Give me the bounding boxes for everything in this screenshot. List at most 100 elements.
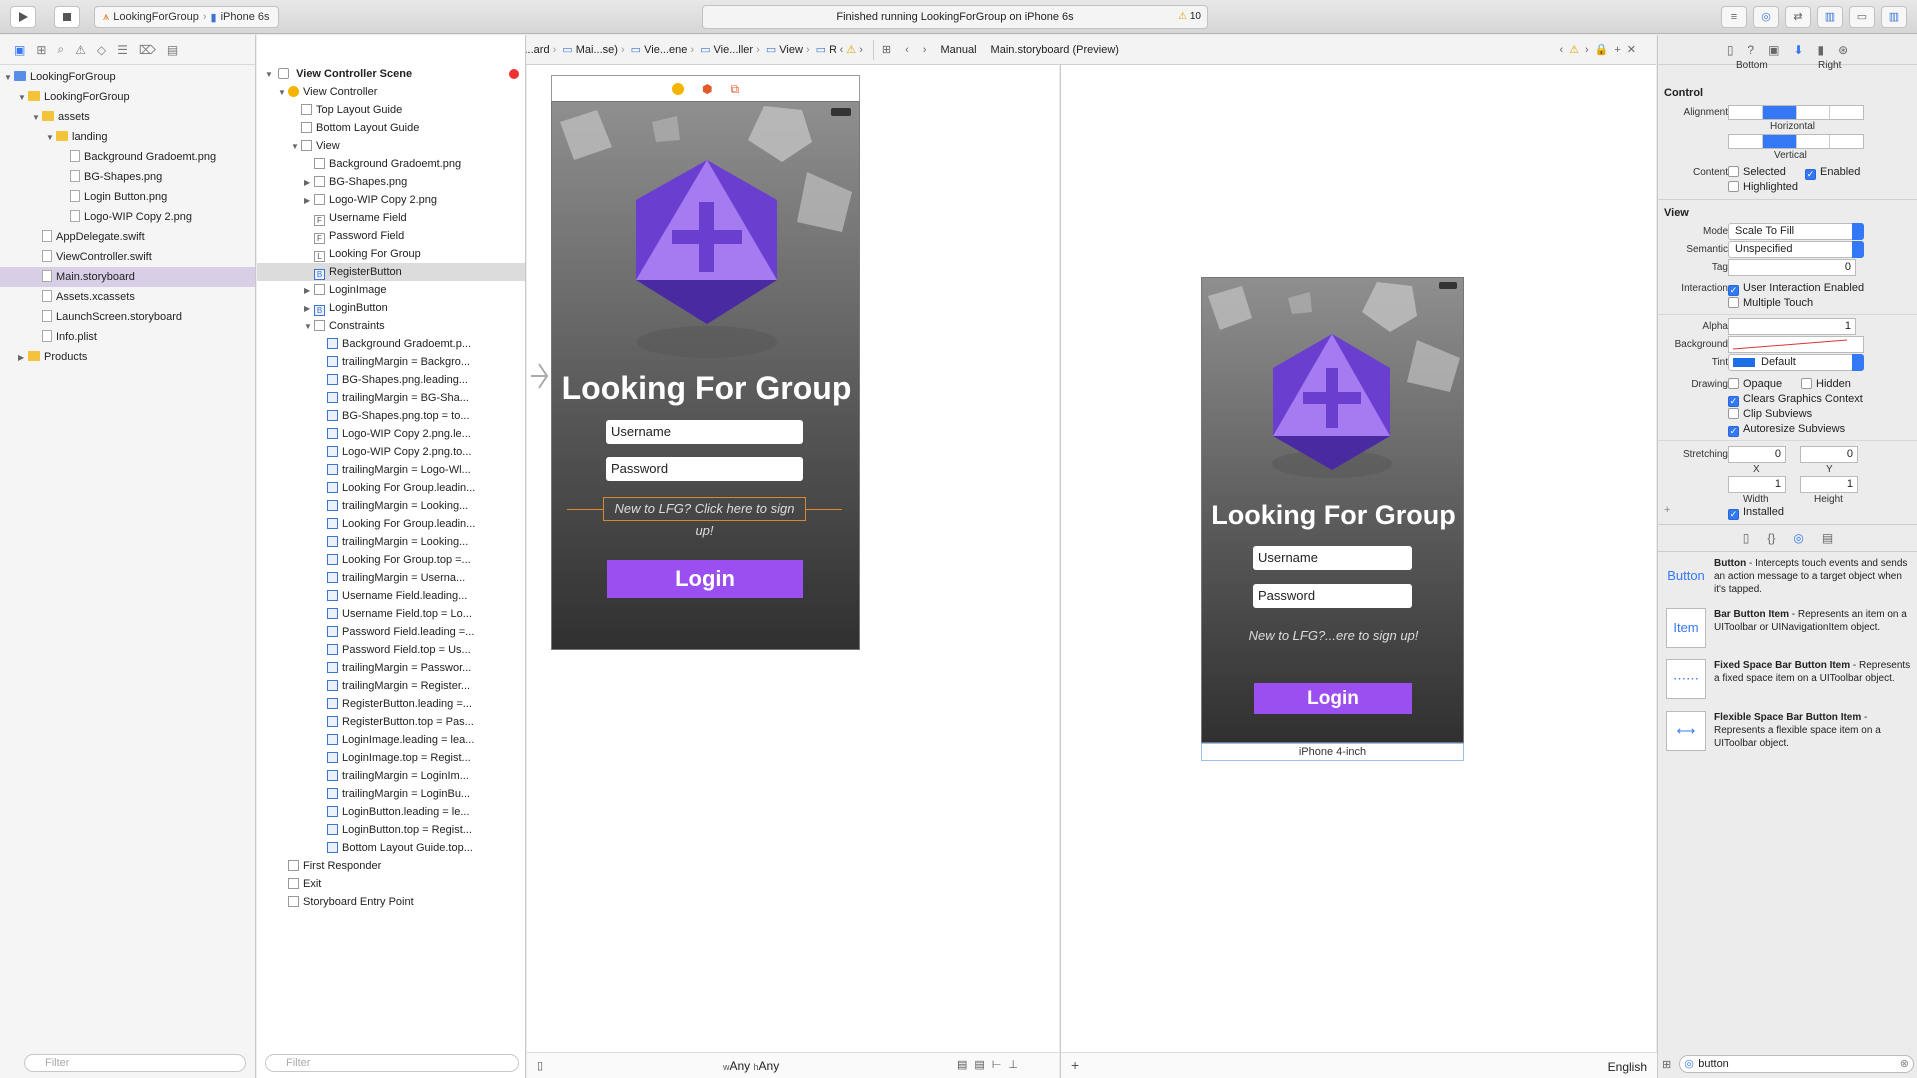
exit-icon[interactable]: ⧉ xyxy=(730,82,739,97)
nav-item[interactable]: BG-Shapes.png xyxy=(0,167,255,187)
issue-nav-icons[interactable]: ‹ ⚠ › xyxy=(840,43,863,56)
back-preview-icon[interactable]: ‹ xyxy=(905,44,909,56)
tint-popup[interactable]: Default xyxy=(1728,354,1864,371)
version-editor-icon[interactable]: ⇄ xyxy=(1785,6,1811,28)
outline-row[interactable]: LoginButton.top = Regist... xyxy=(257,821,525,839)
preview-breadcrumb-item[interactable]: Main.storyboard (Preview) xyxy=(991,44,1119,56)
nav-item[interactable]: Info.plist xyxy=(0,327,255,347)
semantic-popup[interactable]: Unspecified xyxy=(1728,241,1864,258)
clip-subviews-checkbox[interactable]: Clip Subviews xyxy=(1728,408,1812,420)
search-icon[interactable]: ⌕ xyxy=(57,42,64,57)
breadcrumb-item[interactable]: ▭ Vie...ller › xyxy=(700,43,760,56)
outline-row[interactable]: Password Field.leading =... xyxy=(257,623,525,641)
opaque-checkbox[interactable]: Opaque xyxy=(1728,378,1782,390)
standard-editor-icon[interactable]: ≡ xyxy=(1721,6,1747,28)
forward-preview-icon[interactable]: › xyxy=(923,44,927,56)
outline-row[interactable]: BG-Shapes.png.leading... xyxy=(257,371,525,389)
library-item[interactable]: ⟷ Flexible Space Bar Button Item - Repres… xyxy=(1666,711,1912,755)
preview-breadcrumb-item[interactable]: Manual xyxy=(940,44,976,56)
outline-row[interactable]: Top Layout Guide xyxy=(257,101,525,119)
clear-search-icon[interactable]: ⊗ xyxy=(1900,1056,1909,1072)
outline-row[interactable]: trailingMargin = Logo-Wl... xyxy=(257,461,525,479)
nav-item[interactable]: ▼ LookingForGroup xyxy=(0,67,255,87)
outline-row[interactable]: Looking For Group.leadin... xyxy=(257,479,525,497)
username-field[interactable]: Username xyxy=(606,420,803,444)
debug-toggle-icon[interactable]: ▭ xyxy=(1849,6,1875,28)
folder-icon[interactable]: ▣ xyxy=(14,43,25,57)
stretch-height-field[interactable]: 1 xyxy=(1800,476,1858,493)
disclosure-triangle-icon[interactable]: ▶ xyxy=(304,174,314,192)
size-inspector-icon[interactable]: ▮ xyxy=(1818,43,1825,57)
outline-row[interactable]: Logo-WIP Copy 2.png.le... xyxy=(257,425,525,443)
scene-header[interactable]: ▼ View Controller Scene xyxy=(257,65,525,83)
disclosure-triangle-icon[interactable]: ▼ xyxy=(46,128,56,148)
add-device-icon[interactable]: + xyxy=(1071,1057,1079,1073)
identity-inspector-icon[interactable]: ▣ xyxy=(1768,43,1779,57)
outline-filter[interactable]: Filter xyxy=(265,1054,519,1072)
disclosure-triangle-icon[interactable]: ▶ xyxy=(304,192,314,210)
nav-item[interactable]: AppDelegate.swift xyxy=(0,227,255,247)
outline-row[interactable]: ▶ Logo-WIP Copy 2.png xyxy=(257,191,525,209)
hidden-checkbox[interactable]: Hidden xyxy=(1801,378,1851,390)
outline-row[interactable]: trailingMargin = LoginIm... xyxy=(257,767,525,785)
warning-nav-icon[interactable]: ⚠ xyxy=(75,43,86,57)
breakpoint-icon[interactable]: ⌦ xyxy=(139,43,156,57)
file-inspector-icon[interactable]: ▯ xyxy=(1727,43,1734,57)
breadcrumb-item[interactable]: ▭ View › xyxy=(766,43,810,56)
storyboard-phone[interactable]: Looking For Group Username Password New … xyxy=(551,101,860,650)
preview-controls[interactable]: ‹⚠›🔒+✕ xyxy=(1559,43,1642,56)
view-controller-icon[interactable] xyxy=(671,83,684,95)
outline-row[interactable]: LoginImage.top = Regist... xyxy=(257,749,525,767)
outline-row[interactable]: ▼ View Controller xyxy=(257,83,525,101)
highlighted-checkbox[interactable]: Highlighted xyxy=(1728,181,1798,193)
attributes-inspector-icon[interactable]: ⬇ xyxy=(1793,43,1803,57)
outline-row[interactable]: Bottom Layout Guide.top... xyxy=(257,839,525,857)
first-responder-icon[interactable]: ⬢ xyxy=(702,82,712,96)
register-button[interactable]: New to LFG? Click here to sign up! xyxy=(603,497,806,538)
outline-row[interactable]: ▼ Constraints xyxy=(257,317,525,335)
outline-row[interactable]: trailingMargin = BG-Sha... xyxy=(257,389,525,407)
storyboard-canvas[interactable]: ⬢ ⧉ Looking For Group Username Password … xyxy=(527,65,1059,1078)
outline-row[interactable]: trailingMargin = Userna... xyxy=(257,569,525,587)
outline-row[interactable]: trailingMargin = Looking... xyxy=(257,497,525,515)
login-button[interactable]: Login xyxy=(607,560,803,598)
library-item[interactable]: Button Button - Intercepts touch events a… xyxy=(1666,557,1912,601)
breadcrumb-item[interactable]: ▭ RegisterButton xyxy=(816,43,836,56)
disclosure-triangle-icon[interactable]: ▼ xyxy=(18,88,28,108)
object-library-icon[interactable]: ◎ xyxy=(1793,531,1803,545)
code-snippet-icon[interactable]: {} xyxy=(1767,531,1775,545)
outline-row[interactable]: RegisterButton.top = Pas... xyxy=(257,713,525,731)
nav-item[interactable]: ▼ LookingForGroup xyxy=(0,87,255,107)
outline-row[interactable]: trailingMargin = Passwor... xyxy=(257,659,525,677)
outline-row[interactable]: Background Gradoemt.png xyxy=(257,155,525,173)
warning-count[interactable]: ⚠ 10 xyxy=(1178,6,1201,28)
assistant-editor-icon[interactable]: ◎ xyxy=(1753,6,1779,28)
outline-row[interactable]: Exit xyxy=(257,875,525,893)
background-color-well[interactable] xyxy=(1728,336,1864,353)
connections-inspector-icon[interactable]: ⊛ xyxy=(1838,43,1848,57)
breadcrumb-item[interactable]: ▭ Mai...se) › xyxy=(562,43,624,56)
enabled-checkbox[interactable]: ✓ Enabled xyxy=(1805,166,1860,180)
horizontal-alignment-control[interactable] xyxy=(1728,105,1864,120)
nav-item[interactable]: Login Button.png xyxy=(0,187,255,207)
outline-row[interactable]: LoginImage.leading = lea... xyxy=(257,731,525,749)
disclosure-triangle-icon[interactable]: ▶ xyxy=(18,348,28,368)
vertical-alignment-control[interactable] xyxy=(1728,134,1864,149)
clears-context-checkbox[interactable]: ✓ Clears Graphics Context xyxy=(1728,393,1863,407)
media-library-icon[interactable]: ▤ xyxy=(1822,531,1833,545)
language-selector[interactable]: English xyxy=(1608,1060,1647,1074)
disclosure-triangle-icon[interactable]: ▼ xyxy=(4,68,14,88)
disclosure-triangle-icon[interactable]: ▼ xyxy=(291,138,301,156)
stretch-width-field[interactable]: 1 xyxy=(1728,476,1786,493)
autoresize-checkbox[interactable]: ✓ Autoresize Subviews xyxy=(1728,423,1845,437)
outline-row[interactable]: Username Field.leading... xyxy=(257,587,525,605)
outline-row[interactable]: trailingMargin = LoginBu... xyxy=(257,785,525,803)
nav-item[interactable]: Assets.xcassets xyxy=(0,287,255,307)
outline-row[interactable]: Storyboard Entry Point xyxy=(257,893,525,911)
outline-row[interactable]: ▼ View xyxy=(257,137,525,155)
outline-row[interactable]: L Looking For Group xyxy=(257,245,525,263)
nav-item[interactable]: ViewController.swift xyxy=(0,247,255,267)
user-interaction-checkbox[interactable]: ✓ User Interaction Enabled xyxy=(1728,282,1864,296)
password-field[interactable]: Password xyxy=(606,457,803,481)
outline-row[interactable]: F Password Field xyxy=(257,227,525,245)
